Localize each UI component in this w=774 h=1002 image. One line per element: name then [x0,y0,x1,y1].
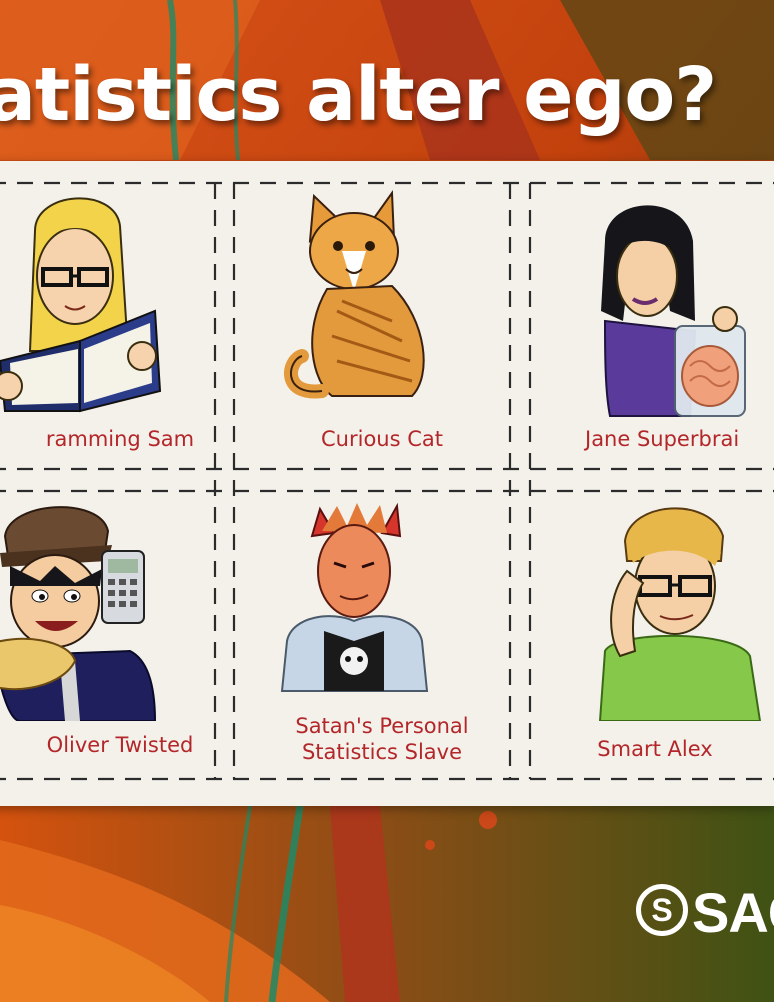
character-board: ramming Sam Curious Cat Jane Superbrai O… [0,161,774,806]
label-oliver: Oliver Twisted [46,733,194,757]
card-oliver[interactable]: Oliver Twisted [0,491,260,783]
label-jane: Jane Superbrai [585,427,740,451]
card-jane[interactable]: Jane Superbrai [535,181,774,473]
publisher-logo-text: SAG [692,881,774,944]
label-satan: Satan's Personal Statistics Slave [295,714,469,765]
label-cat: Curious Cat [321,427,443,451]
sam-illustration [0,197,162,413]
card-cat[interactable]: Curious Cat [242,181,522,473]
card-alex[interactable]: Smart Alex [535,491,774,783]
jane-illustration [601,205,746,417]
label-alex: Smart Alex [597,737,713,761]
publisher-logo: S SAG [636,881,774,948]
publisher-logo-mark: S [636,884,688,936]
card-satan[interactable]: Satan's Personal Statistics Slave [242,491,522,783]
cat-illustration [284,190,425,399]
alex-illustration [598,507,762,721]
satan-illustration [280,502,429,692]
card-sam[interactable]: ramming Sam [0,181,260,473]
headline: atistics alter ego? [0,52,717,138]
label-sam: ramming Sam [45,427,195,451]
oliver-illustration [0,506,157,721]
